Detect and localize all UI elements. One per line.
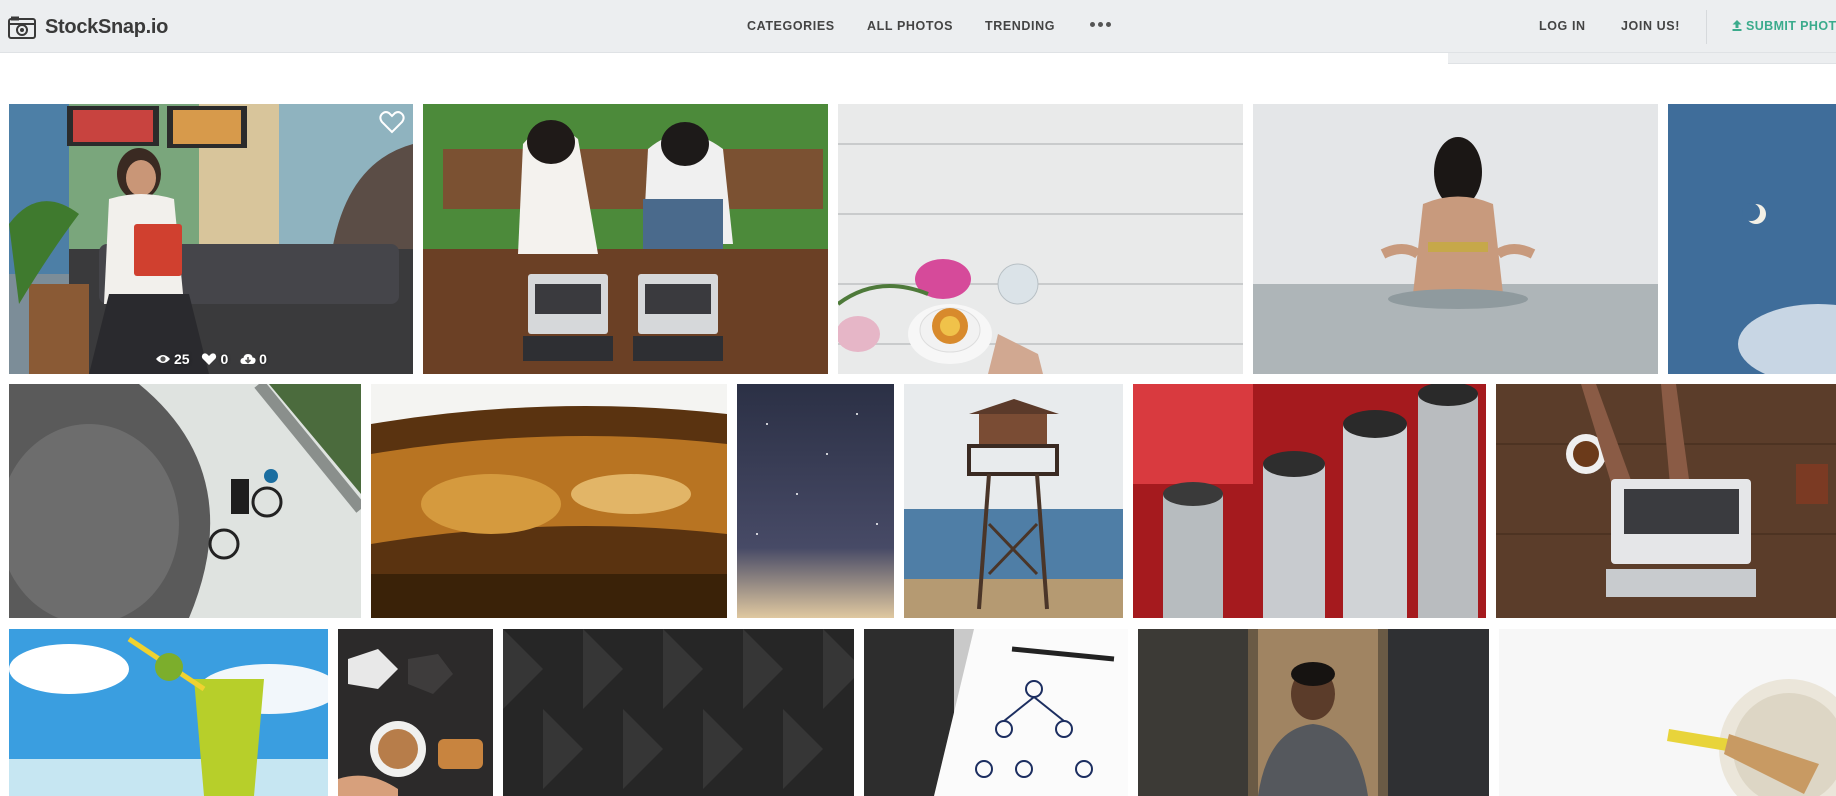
top-navbar: StockSnap.io CATEGORIES ALL PHOTOS TREND… <box>0 0 1836 53</box>
photo-image <box>1133 384 1486 618</box>
photo-red-tubes[interactable] <box>1133 384 1486 618</box>
photo-woman-sea[interactable] <box>1253 104 1658 374</box>
header-divider <box>1706 10 1707 44</box>
heart-icon <box>202 353 217 365</box>
nav-categories[interactable]: CATEGORIES <box>747 19 835 33</box>
photo-image <box>423 104 828 374</box>
photo-image <box>371 384 727 618</box>
cloud-download-icon <box>240 354 256 364</box>
brand-name: StockSnap.io <box>45 15 169 38</box>
photo-image <box>1499 629 1836 796</box>
heart-outline-icon[interactable] <box>379 110 405 134</box>
likes-count: 0 <box>220 351 229 367</box>
photo-latte[interactable] <box>338 629 493 796</box>
eye-icon <box>156 355 171 363</box>
camera-icon <box>8 16 36 39</box>
photo-image <box>9 384 361 618</box>
downloads-count: 0 <box>259 351 267 367</box>
photo-image <box>838 104 1243 374</box>
photo-moon-sky[interactable] <box>1668 104 1836 374</box>
submit-photos-button[interactable]: SUBMIT PHOT <box>1732 19 1836 33</box>
photo-image <box>1253 104 1658 374</box>
photo-stats: 25 0 0 <box>9 351 413 368</box>
photo-image <box>864 629 1128 796</box>
join-link[interactable]: JOIN US! <box>1621 19 1680 33</box>
photo-laptops-table[interactable] <box>423 104 828 374</box>
views-count: 25 <box>174 351 190 367</box>
brand-logo[interactable]: StockSnap.io <box>8 14 168 40</box>
photo-image <box>737 384 894 618</box>
nav-trending[interactable]: TRENDING <box>985 19 1055 33</box>
nav-all-photos[interactable]: ALL PHOTOS <box>867 19 953 33</box>
photo-image <box>9 104 413 374</box>
login-link[interactable]: LOG IN <box>1539 19 1586 33</box>
photo-image <box>503 629 854 796</box>
photo-whiskey[interactable] <box>371 384 727 618</box>
photo-planning-notepad[interactable] <box>864 629 1128 796</box>
photo-cyclist[interactable] <box>9 384 361 618</box>
upload-icon <box>1732 20 1742 31</box>
dropdown-panel-edge <box>1448 53 1836 64</box>
views-stat: 25 <box>155 351 190 367</box>
photo-image <box>1138 629 1489 796</box>
photo-spatula-plate[interactable] <box>1499 629 1836 796</box>
photo-smoothie-beach[interactable] <box>9 629 328 796</box>
photo-image <box>9 629 328 796</box>
photo-woman-reading[interactable]: 25 0 0 <box>9 104 413 374</box>
photo-tea-flowers[interactable] <box>838 104 1243 374</box>
photo-lifeguard-tower[interactable] <box>904 384 1123 618</box>
more-dots-icon[interactable] <box>1090 17 1112 31</box>
photo-image <box>904 384 1123 618</box>
downloads-stat: 0 <box>240 351 267 367</box>
photo-man-office[interactable] <box>1138 629 1489 796</box>
likes-stat: 0 <box>201 351 228 367</box>
photo-image <box>1496 384 1836 618</box>
photo-image <box>1668 104 1836 374</box>
submit-label: SUBMIT PHOT <box>1746 19 1836 33</box>
photo-geometric-texture[interactable] <box>503 629 854 796</box>
photo-laptop-desk[interactable] <box>1496 384 1836 618</box>
photo-image <box>338 629 493 796</box>
photo-starry-sky[interactable] <box>737 384 894 618</box>
